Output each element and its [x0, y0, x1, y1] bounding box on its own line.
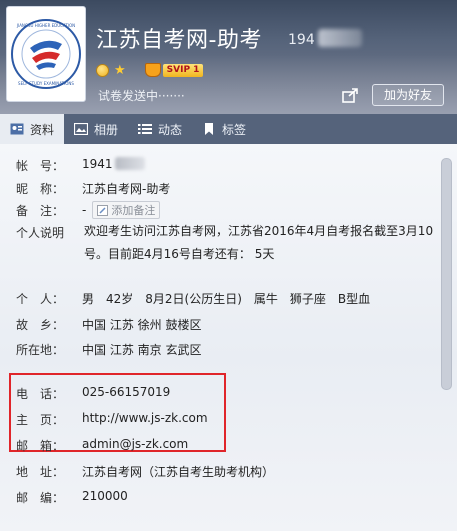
bookmark-tag-icon	[205, 123, 214, 135]
personal-label: 个 人：	[16, 292, 65, 306]
vertical-scrollbar[interactable]	[441, 158, 452, 390]
tab-feed[interactable]: 动态	[128, 114, 192, 144]
hometown-row: 故 乡： 中国 江苏 徐州 鼓楼区	[16, 316, 201, 333]
jiangsu-exam-logo-icon: JIANGSU HIGHER EDUCATION SELF-STUDY EXAM…	[11, 19, 81, 89]
bio-label-row: 个人说明	[16, 224, 82, 241]
svip-badge[interactable]: SVIP 1	[144, 63, 204, 77]
personal-row: 个 人： 男 42岁 8月2日(公历生日) 属牛 狮子座 B型血	[16, 290, 370, 307]
tab-profile-label: 资料	[30, 122, 55, 137]
share-button[interactable]	[340, 84, 362, 106]
edit-note-icon	[97, 204, 109, 216]
remark-value: -	[82, 203, 87, 217]
tab-album-label: 相册	[94, 122, 119, 137]
hometown-label: 故 乡：	[16, 318, 65, 332]
nickname-row: 昵 称： 江苏自考网-助考	[16, 180, 170, 197]
location-value: 中国 江苏 南京 玄武区	[82, 343, 202, 357]
add-remark-label: 添加备注	[111, 204, 156, 217]
remark-label: 备 注：	[16, 203, 65, 218]
homepage-label: 主 页：	[16, 413, 65, 427]
email-label: 邮 箱：	[16, 439, 65, 453]
profile-tabs: 资料 相册 动态 标签	[0, 114, 457, 144]
add-friend-button[interactable]: 加为好友	[372, 84, 444, 106]
email-row: 邮 箱： admin@js-zk.com	[16, 437, 188, 454]
tab-profile[interactable]: 资料	[0, 114, 65, 144]
tab-tags[interactable]: 标签	[192, 114, 256, 144]
location-row: 所在地： 中国 江苏 南京 玄武区	[16, 341, 201, 358]
bio-label: 个人说明	[16, 226, 65, 240]
phone-row: 电 话： 025-66157019	[16, 385, 170, 402]
hometown-value: 中国 江苏 徐州 鼓楼区	[82, 318, 202, 332]
nickname-label: 昵 称：	[16, 182, 65, 196]
zipcode-row: 邮 编： 210000	[16, 489, 128, 506]
avatar[interactable]: JIANGSU HIGHER EDUCATION SELF-STUDY EXAM…	[6, 6, 86, 102]
star-level-icon[interactable]: ★	[114, 64, 126, 77]
address-value: 江苏自考网（江苏自考生助考机构）	[82, 465, 275, 479]
location-label: 所在地：	[16, 343, 65, 357]
remark-row: 备 注： - 添加备注	[16, 201, 161, 219]
svg-text:SELF-STUDY EXAMINATIONS: SELF-STUDY EXAMINATIONS	[18, 81, 74, 86]
tab-album[interactable]: 相册	[64, 114, 128, 144]
zipcode-value: 210000	[82, 489, 128, 503]
personal-value: 男 42岁 8月2日(公历生日) 属牛 狮子座 B型血	[82, 292, 371, 306]
account-row: 帐 号： 1941	[16, 157, 145, 174]
zipcode-label: 邮 编：	[16, 491, 65, 505]
qq-number-mask	[318, 29, 362, 47]
homepage-link[interactable]: http://www.js-zk.com	[82, 411, 208, 428]
phone-label: 电 话：	[16, 387, 65, 401]
feed-list-icon	[138, 124, 153, 134]
profile-header: JIANGSU HIGHER EDUCATION SELF-STUDY EXAM…	[0, 0, 457, 114]
photo-album-icon	[74, 123, 89, 135]
tab-feed-label: 动态	[158, 122, 183, 137]
phone-value: 025-66157019	[82, 385, 171, 399]
qq-number: 194	[288, 32, 315, 48]
status-message: 试卷发送中·······	[98, 89, 185, 103]
add-remark-button[interactable]: 添加备注	[92, 201, 161, 219]
account-value: 1941	[82, 157, 113, 171]
profile-nickname: 江苏自考网-助考	[96, 28, 262, 53]
address-label: 地 址：	[16, 465, 65, 479]
svg-text:JIANGSU HIGHER EDUCATION: JIANGSU HIGHER EDUCATION	[16, 23, 75, 28]
penguin-crown-icon	[144, 63, 161, 77]
bio-text: 欢迎考生访问江苏自考网，江苏省2016年4月自考报名截至3月10号。目前距4月1…	[84, 224, 434, 261]
account-label: 帐 号：	[16, 159, 65, 173]
svip-label: SVIP 1	[162, 63, 204, 77]
email-link[interactable]: admin@js-zk.com	[82, 437, 188, 454]
profile-card-icon	[10, 123, 24, 135]
level-badges: ★ SVIP 1	[96, 63, 204, 77]
share-icon	[342, 88, 358, 103]
homepage-row: 主 页： http://www.js-zk.com	[16, 411, 208, 428]
account-mask	[114, 157, 145, 170]
tab-tags-label: 标签	[222, 122, 247, 137]
nickname-value: 江苏自考网-助考	[82, 182, 171, 196]
sun-level-icon[interactable]	[96, 63, 109, 77]
address-row: 地 址： 江苏自考网（江苏自考生助考机构）	[16, 463, 274, 480]
